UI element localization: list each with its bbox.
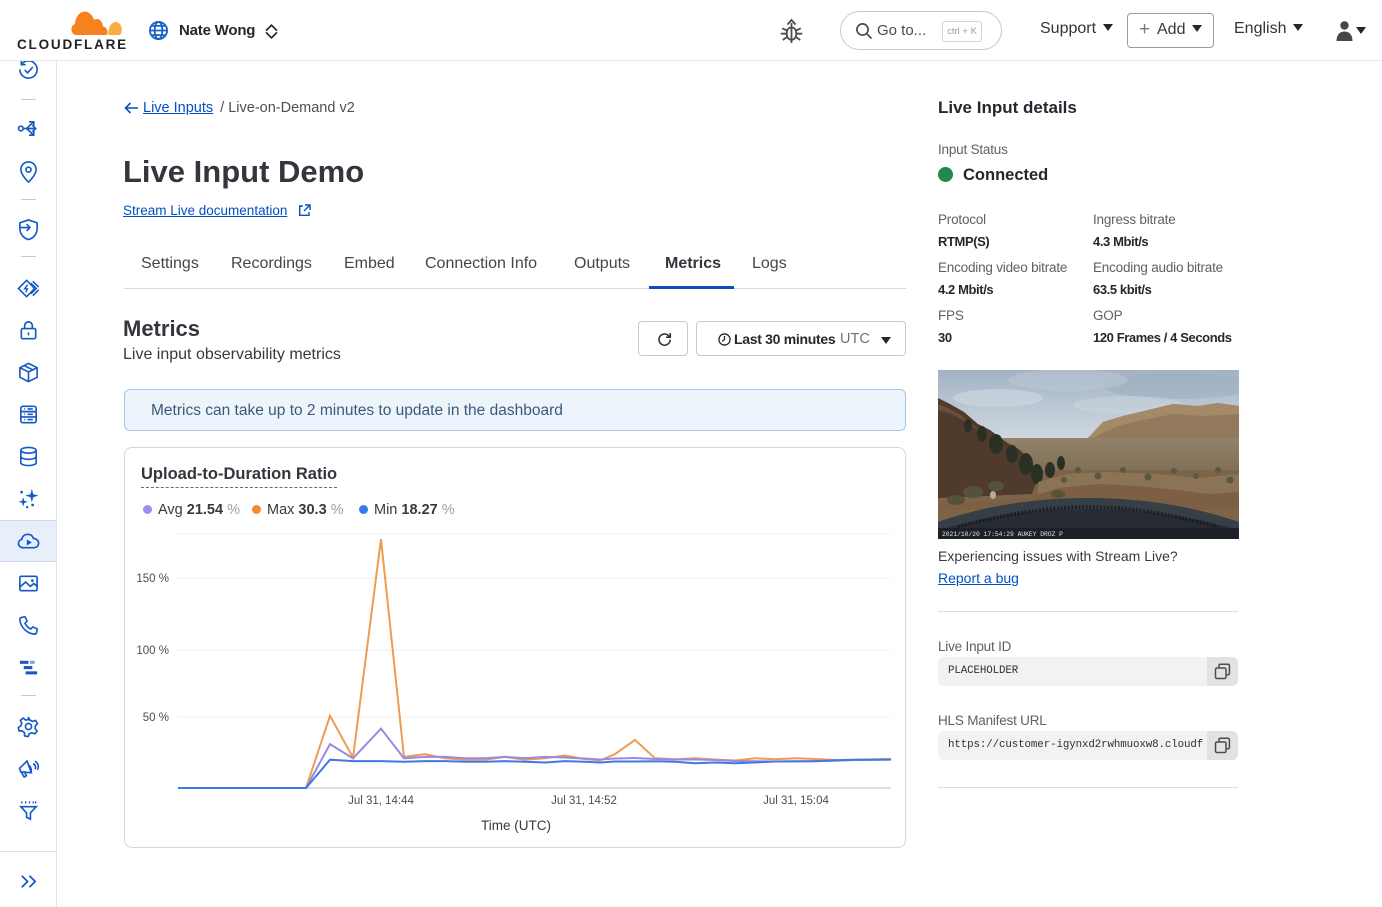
svg-text:50 %: 50 % xyxy=(143,712,169,724)
svg-text:Time (UTC): Time (UTC) xyxy=(481,818,551,833)
svg-text:Jul 31, 14:44: Jul 31, 14:44 xyxy=(348,795,414,807)
svg-text:Jul 31, 14:52: Jul 31, 14:52 xyxy=(551,795,617,807)
svg-text:2021/10/20 17:54:29 AUKEY DROZ: 2021/10/20 17:54:29 AUKEY DROZ P xyxy=(942,531,1063,538)
svg-text:100 %: 100 % xyxy=(136,645,169,657)
svg-text:150 %: 150 % xyxy=(136,573,169,585)
svg-text:Jul 31, 15:04: Jul 31, 15:04 xyxy=(763,795,829,807)
